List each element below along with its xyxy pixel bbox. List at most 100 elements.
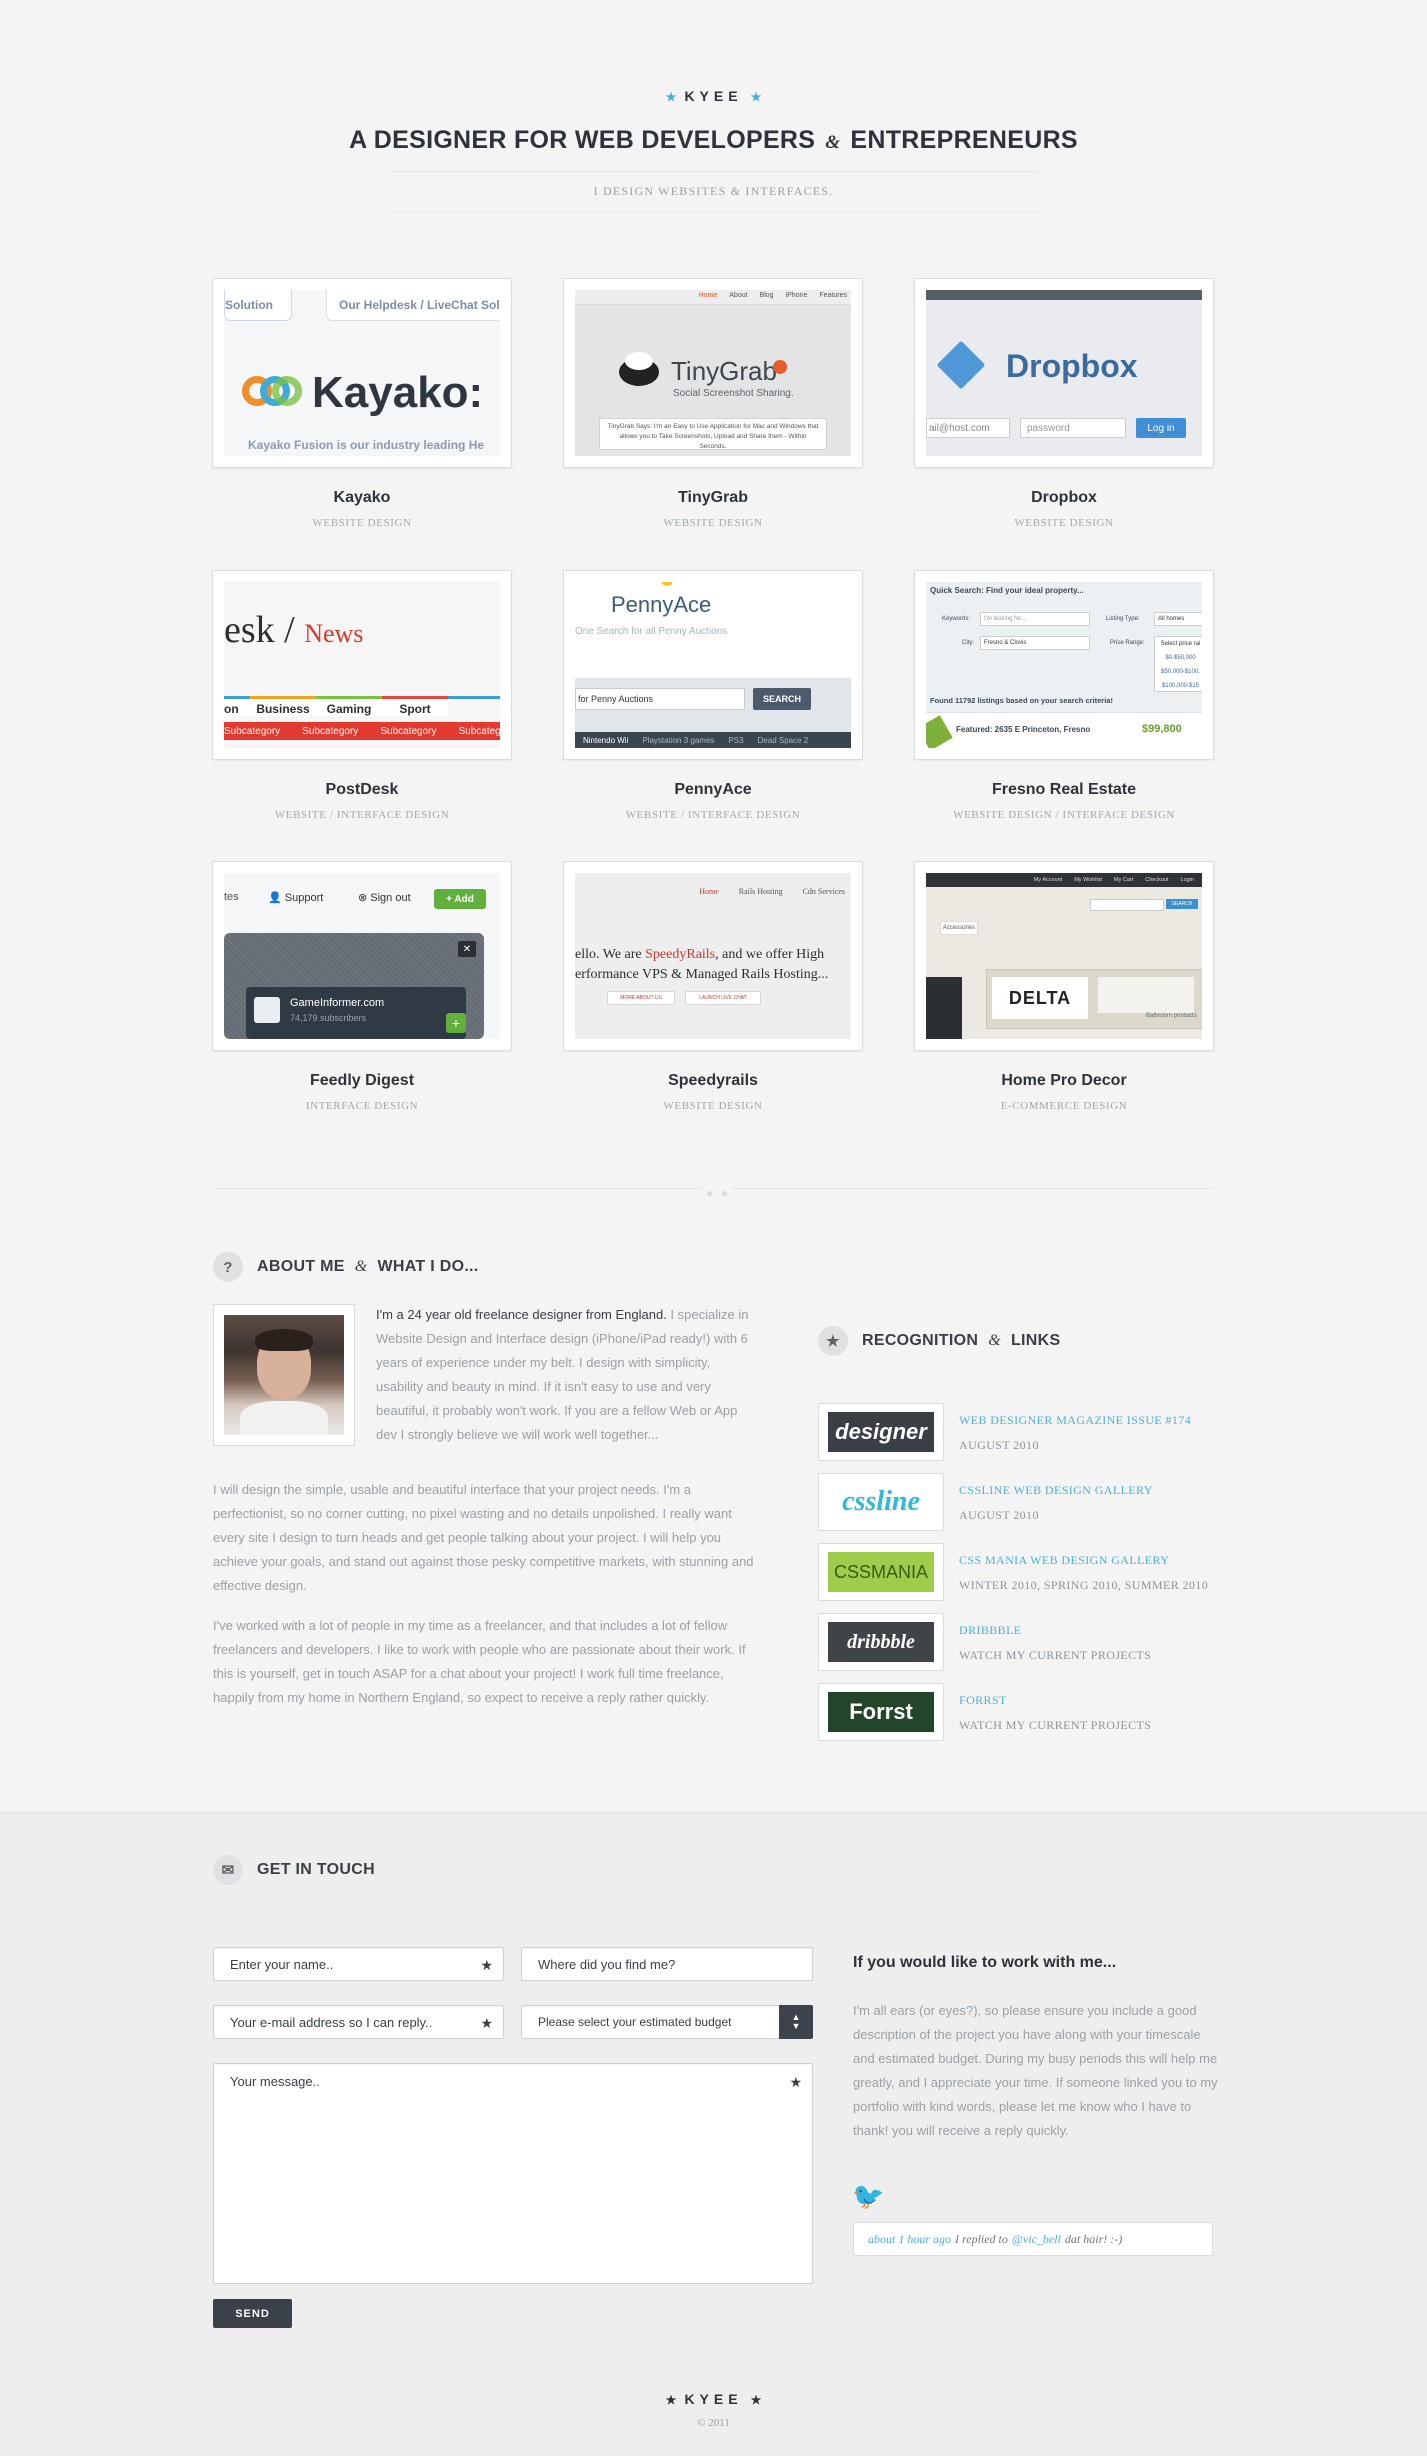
twitter-bird-icon[interactable]: 🐦 bbox=[852, 2181, 884, 2212]
portfolio-thumbnail[interactable]: esk / News on Business Gaming Sport Subc… bbox=[212, 570, 512, 760]
portfolio-thumbnail[interactable]: Home Rails Hosting Cdn Services ello. We a… bbox=[563, 861, 863, 1051]
star-icon: ★ bbox=[665, 90, 677, 104]
portfolio-thumbnail[interactable]: Solution Our Helpdesk / LiveChat Solu Ka… bbox=[212, 278, 512, 468]
recognition-link[interactable]: Forrst bbox=[959, 1693, 1007, 1708]
homepro-topnav: My Account My Wishlist My Cart Checkout Logi… bbox=[926, 873, 1202, 887]
portfolio-title[interactable]: Feedly Digest bbox=[212, 1072, 512, 1090]
work-with-me-title: If you would like to work with me... bbox=[853, 1954, 1117, 1971]
portfolio-thumbnail[interactable]: My Account My Wishlist My Cart Checkout Logi… bbox=[914, 861, 1214, 1051]
divider bbox=[388, 171, 1039, 172]
portfolio-title[interactable]: PostDesk bbox=[212, 781, 512, 799]
portfolio-item-pennyace[interactable]: PennyAce One Search for all Penny Auctio… bbox=[563, 570, 863, 821]
question-icon: ? bbox=[213, 1252, 243, 1282]
portfolio-thumbnail[interactable]: tes 👤 Support ⊗ Sign out + Add ✕ GameInf… bbox=[212, 861, 512, 1051]
gameinformer-icon bbox=[254, 997, 280, 1023]
recognition-link[interactable]: Web Designer Magazine Issue #174 bbox=[959, 1413, 1191, 1428]
recognition-link[interactable]: Dribbble bbox=[959, 1623, 1022, 1638]
tweet-time-link[interactable]: about 1 hour ago bbox=[868, 2232, 951, 2247]
portfolio-category: Website Design bbox=[663, 1100, 763, 1112]
avatar bbox=[224, 1315, 344, 1435]
portfolio-title[interactable]: PennyAce bbox=[563, 781, 863, 799]
portfolio-item-tinygrab[interactable]: Home About Blog iPhone Features TinyGrab Soc… bbox=[563, 278, 863, 529]
delta-logo: DELTA bbox=[992, 977, 1088, 1019]
required-star-icon: ★ bbox=[480, 2015, 493, 2031]
star-icon: ★ bbox=[818, 1326, 848, 1356]
message-field[interactable]: Your message.. ★ bbox=[213, 2063, 813, 2284]
postdesk-wordmark: esk / News bbox=[224, 609, 364, 651]
about-paragraph: I will design the simple, usable and bea… bbox=[213, 1482, 754, 1593]
star-icon: ★ bbox=[665, 2393, 677, 2407]
page-tagline: A DESIGNER FOR WEB DEVELOPERS & ENTREPRENE… bbox=[349, 126, 1078, 154]
dropbox-wordmark: Dropbox bbox=[1006, 348, 1138, 384]
portfolio-thumbnail[interactable]: Home About Blog iPhone Features TinyGrab Soc… bbox=[563, 278, 863, 468]
recognition-link[interactable]: CSSLine Web Design Gallery bbox=[959, 1483, 1153, 1498]
about-intro: I'm a 24 year old freelance designer fro… bbox=[376, 1307, 749, 1442]
portfolio-category: Website Design bbox=[663, 517, 763, 529]
source-field[interactable]: Where did you find me? bbox=[521, 1947, 813, 1981]
portfolio-item-kayako[interactable]: Solution Our Helpdesk / LiveChat Solu Ka… bbox=[212, 278, 512, 529]
coin-icon bbox=[661, 582, 673, 586]
portfolio-title[interactable]: Dropbox bbox=[914, 489, 1214, 507]
signout-link: ⊗ Sign out bbox=[358, 892, 411, 904]
divider-dots bbox=[702, 1184, 732, 1196]
recognition-list: designer Web Designer Magazine Issue #17… bbox=[818, 1403, 1218, 1753]
support-link: 👤 Support bbox=[268, 892, 324, 904]
portfolio-title[interactable]: Fresno Real Estate bbox=[914, 781, 1214, 799]
tweet-user-link[interactable]: @vic_bell bbox=[1012, 2232, 1061, 2247]
portfolio-category: Website / Interface Design bbox=[274, 809, 450, 821]
portfolio-item-postdesk[interactable]: esk / News on Business Gaming Sport Subc… bbox=[212, 570, 512, 821]
postdesk-tabs: on Business Gaming Sport bbox=[224, 696, 500, 716]
portfolio-thumbnail[interactable]: Dropbox ail@host.com password Log in bbox=[914, 278, 1214, 468]
cssmania-logo: CSSMANIA bbox=[828, 1552, 934, 1592]
page-subtitle: I design websites & interfaces. bbox=[593, 184, 834, 198]
dropbox-logo-icon bbox=[936, 340, 986, 390]
recognition-badge[interactable]: CSSMANIA bbox=[818, 1543, 944, 1601]
recognition-badge[interactable]: designer bbox=[818, 1403, 944, 1461]
portfolio-item-dropbox[interactable]: Dropbox ail@host.com password Log in Dro… bbox=[914, 278, 1214, 529]
send-button[interactable]: SEND bbox=[213, 2299, 292, 2328]
portfolio-thumbnail[interactable]: Quick Search: Find your ideal property..… bbox=[914, 570, 1214, 760]
divider bbox=[388, 211, 1039, 212]
dribbble-logo: dribbble bbox=[828, 1622, 934, 1662]
recognition-item: cssline CSSLine Web Design Gallery Augus… bbox=[818, 1473, 1218, 1543]
envelope-icon: ✉ bbox=[213, 1855, 243, 1885]
portfolio-title[interactable]: Speedyrails bbox=[563, 1072, 863, 1090]
badge-icon bbox=[773, 360, 787, 374]
footer-logo[interactable]: ★ KYEE ★ bbox=[0, 2391, 1427, 2407]
portfolio-title[interactable]: Kayako bbox=[212, 489, 512, 507]
cssline-logo: cssline bbox=[828, 1482, 934, 1522]
recognition-item: CSSMANIA CSS Mania Web Design Gallery Wi… bbox=[818, 1543, 1218, 1613]
kayako-wordmark: Kayako: bbox=[312, 368, 484, 417]
latest-tweet: about 1 hour ago I replied to @vic_bell … bbox=[853, 2222, 1213, 2256]
plus-icon: + bbox=[446, 1013, 466, 1033]
required-star-icon: ★ bbox=[789, 2074, 802, 2090]
portfolio-item-fresno[interactable]: Quick Search: Find your ideal property..… bbox=[914, 570, 1214, 821]
budget-select[interactable]: Please select your estimated budget ▲ ▼ bbox=[521, 2005, 813, 2039]
speedyrails-nav: Home Rails Hosting Cdn Services bbox=[699, 887, 845, 896]
email-field[interactable]: Your e-mail address so I can reply.. ★ bbox=[213, 2005, 504, 2039]
kayako-logo-icon bbox=[272, 376, 302, 406]
pennyace-wordmark: PennyAce bbox=[611, 592, 712, 617]
kayako-tagline: Kayako Fusion is our industry leading He bbox=[248, 438, 485, 452]
portfolio-item-feedly[interactable]: tes 👤 Support ⊗ Sign out + Add ✕ GameInf… bbox=[212, 861, 512, 1112]
portfolio-item-homepro[interactable]: My Account My Wishlist My Cart Checkout Logi… bbox=[914, 861, 1214, 1112]
portfolio-category: E-Commerce Design bbox=[1000, 1100, 1128, 1112]
recognition-badge[interactable]: cssline bbox=[818, 1473, 944, 1531]
recognition-item: Forrst Forrst Watch my current projects bbox=[818, 1683, 1218, 1753]
portfolio-title[interactable]: TinyGrab bbox=[563, 489, 863, 507]
recognition-badge[interactable]: Forrst bbox=[818, 1683, 944, 1741]
recognition-item: designer Web Designer Magazine Issue #17… bbox=[818, 1403, 1218, 1473]
portfolio-thumbnail[interactable]: PennyAce One Search for all Penny Auctio… bbox=[563, 570, 863, 760]
name-field[interactable]: Enter your name.. ★ bbox=[213, 1947, 504, 1981]
contact-heading: ✉ GET IN TOUCH bbox=[213, 1855, 375, 1885]
portfolio-title[interactable]: Home Pro Decor bbox=[914, 1072, 1214, 1090]
site-logo[interactable]: ★ KYEE ★ bbox=[0, 0, 1427, 104]
tab: Our Helpdesk / LiveChat Solu bbox=[326, 290, 500, 321]
portfolio-category: Website / Interface Design bbox=[625, 809, 801, 821]
portfolio-item-speedyrails[interactable]: Home Rails Hosting Cdn Services ello. We a… bbox=[563, 861, 863, 1112]
recognition-link[interactable]: CSS Mania Web Design Gallery bbox=[959, 1553, 1169, 1568]
about-heading: ? ABOUT ME & WHAT I DO... bbox=[213, 1252, 479, 1282]
header: ★ KYEE ★ A DESIGNER FOR WEB DEVELOPERS & ENT… bbox=[0, 0, 1427, 212]
select-arrows-icon[interactable]: ▲ ▼ bbox=[779, 2005, 813, 2039]
recognition-badge[interactable]: dribbble bbox=[818, 1613, 944, 1671]
